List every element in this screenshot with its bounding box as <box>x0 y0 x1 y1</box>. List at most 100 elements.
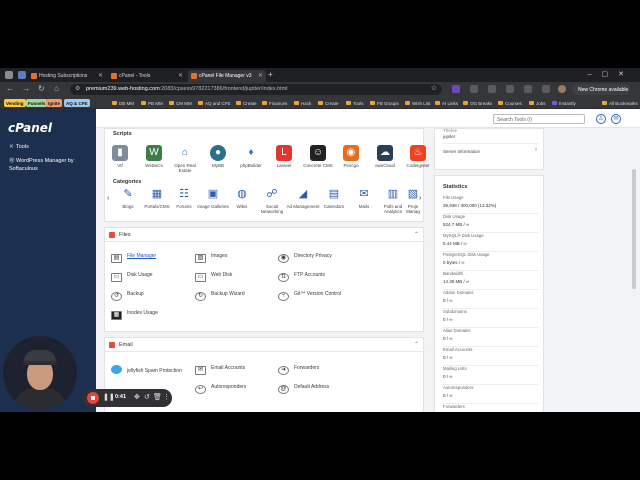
cpanel-logo[interactable]: cPanel <box>8 121 52 135</box>
chevron-up-icon[interactable]: ⌃ <box>414 231 419 238</box>
move-handle-icon[interactable]: ✥ <box>134 393 140 401</box>
forward-icon[interactable]: → <box>22 84 30 93</box>
page-scrollbar[interactable] <box>632 169 636 289</box>
bookmark-folder[interactable]: FB Groups <box>368 99 401 107</box>
forwarders-link[interactable]: ➜ Forwarders <box>278 365 319 375</box>
category-social-networking[interactable]: ☍ Social Networking <box>255 187 289 214</box>
chevron-right-icon[interactable]: › <box>535 147 537 153</box>
script-pimcgo[interactable]: ◉ Pimcgo <box>334 145 368 168</box>
backup-wizard-link[interactable]: ↻ Backup Wizard <box>195 291 245 301</box>
drag-handle-icon[interactable]: ⋮ <box>163 393 170 401</box>
bookmark-folder[interactable]: PB MM <box>139 99 165 107</box>
avatar[interactable] <box>558 85 566 93</box>
search-tools-input[interactable]: Search Tools (/) <box>493 114 585 124</box>
reload-icon[interactable]: ↻ <box>38 84 45 93</box>
window-menu-icon[interactable] <box>5 71 13 79</box>
close-icon[interactable]: ✕ <box>98 72 103 79</box>
bookmark-tag[interactable]: Funnels <box>26 99 48 107</box>
bookmark-folder[interactable]: Hack <box>292 99 313 107</box>
default-address-link[interactable]: @ Default Address <box>278 384 329 394</box>
folder-icon <box>370 101 375 105</box>
extension-icon[interactable] <box>470 85 478 93</box>
script-concrete-cms[interactable]: ☺ Concrete CMS <box>301 145 335 168</box>
back-icon[interactable]: ← <box>6 84 14 93</box>
extension-icon[interactable] <box>524 85 532 93</box>
category-ad-management[interactable]: ◢ Ad Management <box>286 187 320 209</box>
side-panel-icon[interactable] <box>542 85 550 93</box>
disk-usage-link[interactable]: ▭ Disk Usage <box>111 272 153 282</box>
bookmark-star-icon[interactable]: ☆ <box>431 84 437 92</box>
new-tab-button[interactable]: + <box>268 70 273 79</box>
bookmark-folder[interactable]: Tools <box>344 99 366 107</box>
bookmark-folder[interactable]: Create <box>316 99 341 107</box>
script-phpbuilder[interactable]: ♦ phpBuilder <box>234 145 268 168</box>
flame-icon: ♨ <box>410 145 426 161</box>
category-wikis[interactable]: ◍ Wikis <box>225 187 259 209</box>
address-bar[interactable]: ⚙ premium239.web-hosting.com:2083/cpsess… <box>70 84 442 95</box>
close-icon[interactable]: ✕ <box>178 72 183 79</box>
delete-icon[interactable]: 🗑 <box>153 393 162 401</box>
script-codeigniter[interactable]: ♨ CodeIgniter <box>401 145 432 168</box>
script-mybb[interactable]: ● MyBB <box>201 145 235 168</box>
bookmark-folder[interactable]: Finances <box>260 99 289 107</box>
notifications-icon[interactable]: ✉ <box>611 114 621 124</box>
bookmark-tag[interactable]: Vending <box>4 99 26 107</box>
bookmark-folder[interactable]: AQ and CFE <box>196 99 233 107</box>
site-info-icon[interactable]: ⚙ <box>75 85 80 92</box>
user-icon[interactable]: ♙ <box>596 114 606 124</box>
inodes-usage-link[interactable]: ▦ Inodes Usage <box>111 310 158 320</box>
bookmark-folder[interactable]: Wish List <box>403 99 432 107</box>
bookmark-tag[interactable]: AQ & CFE <box>64 99 90 107</box>
file-manager-link[interactable]: ▤ File Manager <box>111 253 156 263</box>
bookmark-folder[interactable]: CM MM <box>167 99 194 107</box>
profile-icon[interactable] <box>18 71 26 79</box>
tab-hosting-subscriptions[interactable]: Hosting Subscriptions ✕ <box>28 70 106 82</box>
email-accounts-link[interactable]: ✉ Email Accounts <box>195 365 245 375</box>
script-vtf[interactable]: ▮ Vtf <box>103 145 137 168</box>
script-laravel[interactable]: L Laravel <box>267 145 301 168</box>
extension-icon[interactable] <box>488 85 496 93</box>
git-version-control-link[interactable]: ⑂ Git™ Version Control <box>278 291 341 301</box>
sidebar-item-tools[interactable]: ✕ Tools <box>9 143 29 151</box>
scroll-left-icon[interactable]: ‹ <box>107 195 109 202</box>
restart-icon[interactable]: ↺ <box>144 393 150 401</box>
bookmark-folder[interactable]: OG Breaks <box>461 99 494 107</box>
backup-link[interactable]: ↺ Backup <box>111 291 144 301</box>
all-bookmarks[interactable]: All Bookmarks <box>600 99 640 107</box>
server-information-link[interactable]: Server Information <box>443 149 480 154</box>
script-webacs[interactable]: W WeBaCs <box>137 145 171 168</box>
pause-icon[interactable]: ❚❚ <box>103 393 115 401</box>
chevron-up-icon[interactable]: ⌃ <box>414 341 419 348</box>
window-controls[interactable]: –▢✕ <box>588 70 634 78</box>
statistics-title: Statistics <box>443 184 468 190</box>
bookmark-folder[interactable]: Create <box>234 99 259 107</box>
category-project-management[interactable]: ▧ Proje Manag <box>403 187 423 214</box>
close-icon[interactable]: ✕ <box>258 72 263 79</box>
bookmark-folder[interactable]: Courses <box>496 99 524 107</box>
tab-cpanel-tools[interactable]: cPanel - Tools ✕ <box>108 70 186 82</box>
script-open-real-estate[interactable]: ⌂ Open Real Estate <box>168 145 202 173</box>
bookmark-folder[interactable]: DB MM <box>110 99 136 107</box>
bookmark-folder[interactable]: AI Links <box>433 99 460 107</box>
extension-icon[interactable] <box>452 85 460 93</box>
email-header[interactable]: Email ⌃ <box>105 338 425 352</box>
web-disk-link[interactable]: ▭ Web Disk <box>195 272 232 282</box>
folder-icon <box>198 101 203 105</box>
bookmark-folder[interactable]: Jobs <box>527 99 548 107</box>
bookmark-folder[interactable]: Instantly <box>550 99 578 107</box>
files-header[interactable]: Files ⌃ <box>105 228 425 242</box>
new-chrome-available-button[interactable]: New Chrome available <box>572 84 630 95</box>
ftp-accounts-link[interactable]: ⇅ FTP Accounts <box>278 272 325 282</box>
images-link[interactable]: ▨ Images <box>195 253 227 263</box>
tab-file-manager[interactable]: cPanel File Manager v3 ✕ <box>188 70 266 82</box>
directory-privacy-link[interactable]: ◉ Directory Privacy <box>278 253 332 263</box>
download-icon[interactable] <box>506 85 514 93</box>
home-icon[interactable]: ⌂ <box>54 84 59 93</box>
script-owncloud[interactable]: ☁ ownCloud <box>368 145 402 168</box>
category-calendars[interactable]: ▤ Calendars <box>317 187 351 209</box>
sidebar-item-wordpress-manager[interactable]: ⓌWordPress Manager by Softaculous <box>9 157 89 173</box>
bookmark-tag[interactable]: Ignite <box>46 99 62 107</box>
autoresponders-link[interactable]: ↩ Autoresponders <box>195 384 246 394</box>
stop-recording-button[interactable] <box>87 392 99 404</box>
jellyfish-spam-protection-link[interactable]: jellyfish Spam Protection <box>111 365 182 374</box>
